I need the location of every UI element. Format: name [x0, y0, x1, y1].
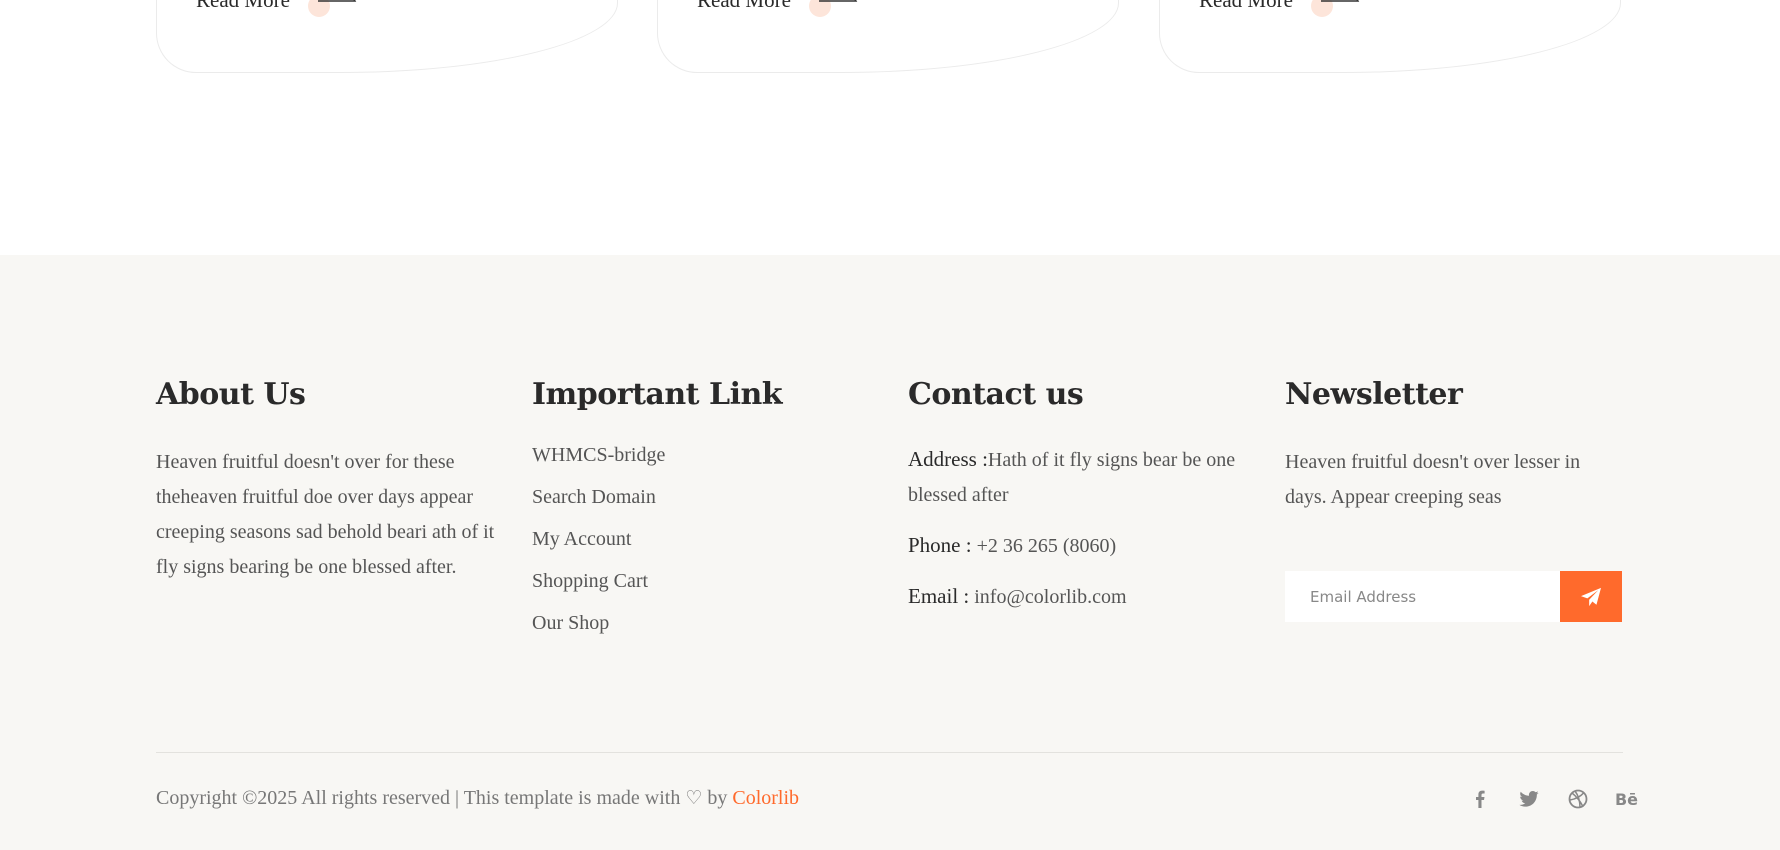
important-link-title: Important Link — [532, 377, 783, 412]
copyright-prefix: Copyright ©2025 All rights reserved | Th… — [156, 787, 681, 809]
contact-details: Address :Hath of it fly signs bear be on… — [908, 442, 1248, 615]
paper-plane-icon — [1581, 587, 1601, 606]
contact-address: Address :Hath of it fly signs bear be on… — [908, 442, 1248, 513]
blog-card: Read More — [1159, 0, 1621, 73]
arrow-right-icon — [808, 0, 859, 17]
contact-phone: Phone : +2 36 265 (8060) — [908, 528, 1248, 564]
contact-title: Contact us — [908, 377, 1084, 412]
address-label: Address : — [908, 447, 988, 471]
twitter-icon[interactable] — [1504, 787, 1553, 811]
read-more-label: Read More — [1199, 0, 1293, 12]
site-footer: About Us Heaven fruitful doesn't over fo… — [0, 255, 1780, 850]
phone-label: Phone : — [908, 533, 972, 557]
newsletter-submit-button[interactable] — [1560, 571, 1622, 622]
important-links-column: Important Link WHMCS-bridge Search Domai… — [532, 380, 852, 650]
about-text: Heaven fruitful doesn't over for these t… — [156, 451, 495, 578]
email-value[interactable]: info@colorlib.com — [974, 586, 1126, 608]
newsletter-text: Heaven fruitful doesn't over lesser in d… — [1285, 451, 1581, 508]
blog-card: Read More — [156, 0, 618, 73]
read-more-label: Read More — [697, 0, 791, 12]
newsletter-form — [1285, 571, 1622, 622]
about-title: About Us — [156, 377, 306, 412]
newsletter-column: Newsletter Heaven fruitful doesn't over … — [1285, 380, 1625, 515]
copyright-text: Copyright ©2025 All rights reserved | Th… — [156, 787, 799, 810]
footer-link-my-account[interactable]: My Account — [532, 524, 852, 566]
blog-cards-section: Read More Read More Read More — [0, 0, 1780, 255]
facebook-icon[interactable] — [1455, 787, 1504, 811]
contact-column: Contact us Address :Hath of it fly signs… — [908, 380, 1248, 615]
footer-link-whmcs[interactable]: WHMCS-bridge — [532, 440, 852, 482]
arrow-right-icon — [1310, 0, 1361, 17]
read-more-link[interactable]: Read More — [697, 0, 859, 17]
read-more-label: Read More — [196, 0, 290, 12]
footer-link-our-shop[interactable]: Our Shop — [532, 608, 852, 650]
dribbble-icon[interactable] — [1553, 787, 1602, 811]
newsletter-title: Newsletter — [1285, 377, 1463, 412]
phone-value: +2 36 265 (8060) — [976, 535, 1117, 557]
colorlib-link[interactable]: Colorlib — [732, 787, 799, 809]
copyright-by: by — [707, 787, 728, 809]
important-links-list: WHMCS-bridge Search Domain My Account Sh… — [532, 440, 852, 650]
footer-divider — [156, 752, 1623, 753]
newsletter-email-input[interactable] — [1285, 571, 1560, 622]
about-column: About Us Heaven fruitful doesn't over fo… — [156, 380, 496, 585]
arrow-right-icon — [307, 0, 358, 17]
footer-link-search-domain[interactable]: Search Domain — [532, 482, 852, 524]
read-more-link[interactable]: Read More — [196, 0, 358, 17]
read-more-link[interactable]: Read More — [1199, 0, 1361, 17]
footer-link-shopping-cart[interactable]: Shopping Cart — [532, 566, 852, 608]
contact-email: Email : info@colorlib.com — [908, 579, 1248, 615]
email-label: Email : — [908, 584, 970, 608]
social-links: Bē — [1455, 787, 1651, 811]
blog-card: Read More — [657, 0, 1119, 73]
heart-icon: ♡ — [685, 787, 703, 809]
behance-icon[interactable]: Bē — [1602, 787, 1651, 811]
